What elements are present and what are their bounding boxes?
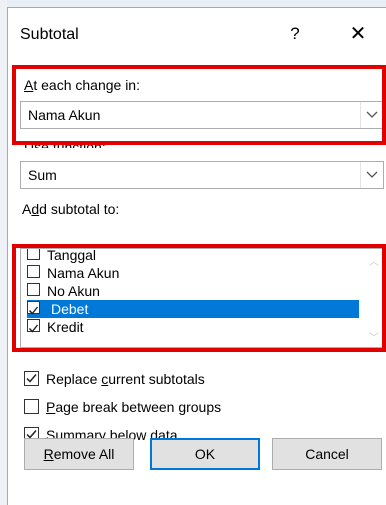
checkbox[interactable] [27,265,40,278]
checkbox-checked[interactable] [27,301,40,315]
background-strip-top [0,0,386,7]
cancel-button[interactable]: Cancel [272,438,382,470]
use-function-value: Sum [28,167,57,183]
use-function-combobox[interactable]: Sum [20,161,384,189]
checkbox-checked[interactable] [27,319,40,333]
close-button[interactable]: ✕ [344,20,372,48]
checkbox-checked[interactable] [24,371,39,386]
scroll-up-icon[interactable]: ︿ [369,253,379,268]
listbox-scrollbar[interactable]: ︿ ﹀ [366,249,383,347]
list-item-tanggal[interactable]: Tanggal [27,249,359,264]
scroll-down-icon[interactable]: ﹀ [369,329,379,344]
help-button[interactable]: ? [283,20,307,48]
background-strip-left [0,0,7,505]
change-in-combobox[interactable]: Nama Akun [20,101,384,129]
checkbox[interactable] [27,249,40,260]
checkbox[interactable] [24,399,39,414]
list-item-nama-akun[interactable]: Nama Akun [27,264,359,282]
list-item-no-akun[interactable]: No Akun [27,282,359,300]
chevron-down-icon[interactable] [360,102,383,128]
remove-all-button[interactable]: Remove All [24,438,134,470]
list-item-kredit[interactable]: Kredit [27,318,359,336]
list-item-debet[interactable]: Debet [27,300,359,318]
chevron-down-icon[interactable] [360,162,383,188]
use-function-label: Use function: [24,139,106,148]
dialog-title: Subtotal [20,26,79,43]
close-icon: ✕ [349,23,367,45]
ok-button[interactable]: OK [150,438,260,470]
change-in-value: Nama Akun [28,107,101,123]
checkbox[interactable] [27,283,40,296]
add-subtotal-listbox[interactable]: Tanggal Nama Akun No Akun Debet Kredit ︿… [20,248,384,348]
add-subtotal-label: Add subtotal to: [22,201,120,217]
change-in-label: At each change in: [24,77,140,93]
